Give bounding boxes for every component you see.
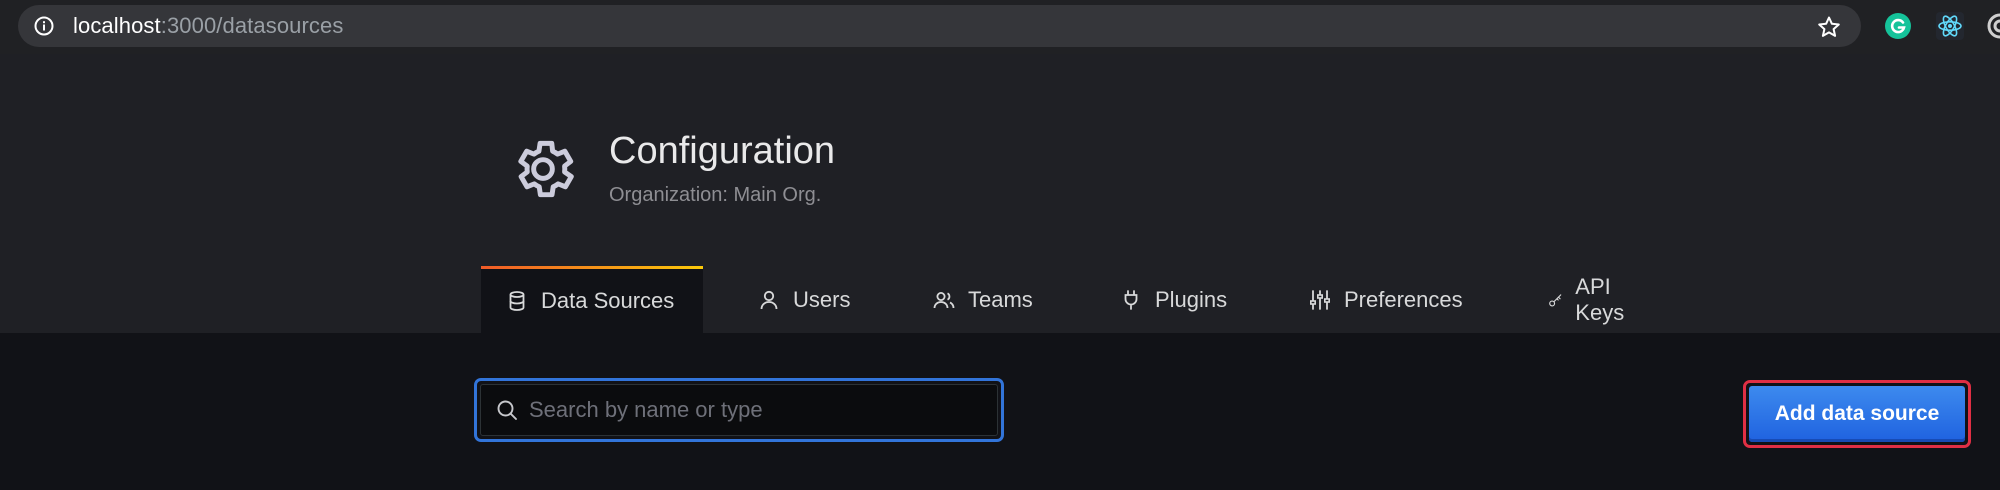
tab-label: Users [793,286,851,312]
tab-label: Preferences [1344,286,1463,312]
search-input[interactable] [529,397,997,423]
search-icon [497,400,517,420]
database-icon [509,291,525,311]
search-container [480,384,998,436]
address-bar[interactable]: localhost:3000/datasources [18,5,1861,47]
star-icon[interactable] [1817,15,1841,39]
tab-users[interactable]: Users [757,266,850,333]
page-title: Configuration [609,130,836,172]
add-data-source-highlight: Add data source [1743,380,1971,448]
gear-icon [518,140,574,198]
tab-data-sources[interactable]: Data Sources [481,266,703,333]
tab-label: Plugins [1155,286,1228,312]
tab-label: Data Sources [541,288,675,313]
sliders-icon [1309,289,1330,310]
url-text[interactable]: localhost:3000/datasources [73,5,343,47]
tab-preferences[interactable]: Preferences [1308,266,1463,333]
key-icon [1549,293,1562,306]
info-icon[interactable] [34,16,54,36]
browser-toolbar: localhost:3000/datasources [0,0,2000,54]
grammarly-extension-icon[interactable] [1884,12,1912,40]
tab-label: API Keys [1575,273,1625,325]
tab-teams[interactable]: Teams [932,266,1033,333]
plug-icon [1124,289,1138,310]
page-header: Configuration Organization: Main Org. Da… [0,54,2000,333]
users-icon [933,291,955,308]
react-devtools-extension-icon[interactable] [1936,12,1964,40]
tab-api-keys[interactable]: API Keys [1548,266,1633,333]
user-icon [760,290,778,309]
search-field [474,378,1004,442]
url-path: :3000/datasources [160,13,344,38]
extension-icon[interactable] [1986,12,2000,40]
tab-label: Teams [968,286,1033,312]
tab-plugins[interactable]: Plugins [1119,266,1227,333]
page-subtitle: Organization: Main Org. [609,184,822,206]
url-host: localhost [73,13,161,38]
add-data-source-button[interactable]: Add data source [1749,386,1965,442]
